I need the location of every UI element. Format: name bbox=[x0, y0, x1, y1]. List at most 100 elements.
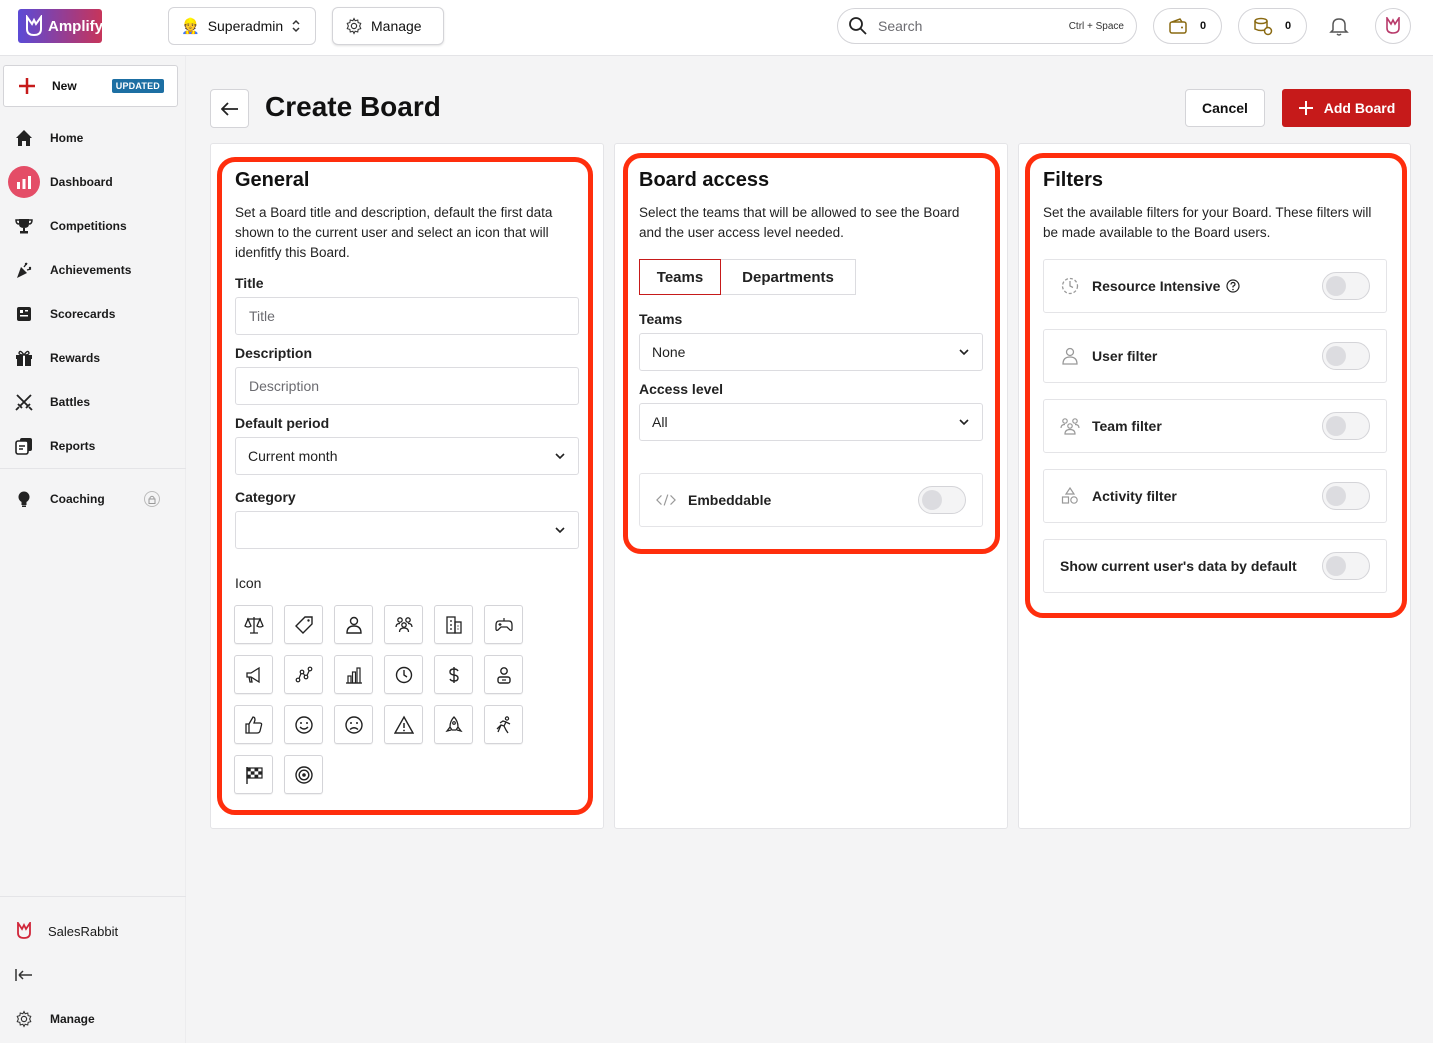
icon-option-thumbs-up[interactable] bbox=[234, 705, 273, 744]
filters-title: Filters bbox=[1043, 169, 1104, 191]
party-icon bbox=[8, 254, 40, 286]
icon-option-smile[interactable] bbox=[284, 705, 323, 744]
title-placeholder: Title bbox=[249, 308, 275, 324]
sidebar-item-label: Manage bbox=[50, 1012, 95, 1026]
sidebar-item-home[interactable]: Home bbox=[8, 120, 178, 156]
checkered-flag-icon bbox=[245, 766, 263, 784]
period-value: Current month bbox=[248, 448, 338, 464]
sidebar-item-battles[interactable]: Battles bbox=[8, 384, 178, 420]
access-level-value: All bbox=[652, 414, 668, 430]
cancel-button[interactable]: Cancel bbox=[1185, 89, 1265, 127]
frown-icon bbox=[344, 715, 363, 734]
bell-icon[interactable] bbox=[1328, 15, 1350, 37]
team-filter-toggle[interactable] bbox=[1322, 412, 1370, 440]
access-level-select[interactable]: All bbox=[639, 403, 983, 441]
embeddable-toggle[interactable] bbox=[918, 486, 966, 514]
org-label: SalesRabbit bbox=[48, 923, 119, 939]
chevron-down-icon bbox=[959, 419, 969, 426]
icon-option-target[interactable] bbox=[284, 755, 323, 794]
teams-select[interactable]: None bbox=[639, 333, 983, 371]
plus-icon bbox=[1298, 101, 1313, 115]
warning-icon bbox=[393, 715, 414, 734]
filter-label: Resource Intensive bbox=[1092, 278, 1221, 294]
shapes-icon bbox=[1060, 487, 1080, 505]
sidebar-item-label: Battles bbox=[50, 395, 91, 409]
icon-option-user[interactable] bbox=[334, 605, 373, 644]
icon-option-graph[interactable] bbox=[284, 655, 323, 694]
category-select[interactable] bbox=[235, 511, 579, 549]
gift-icon bbox=[8, 342, 40, 374]
rabbit-logo-icon bbox=[26, 15, 42, 37]
icon-option-gamepad[interactable] bbox=[484, 605, 523, 644]
sidebar-item-dashboard[interactable]: Dashboard bbox=[8, 164, 178, 200]
top-bar: Amplify 👷 Superadmin Manage Search Ctrl … bbox=[0, 0, 1433, 56]
smile-icon bbox=[294, 715, 313, 734]
icon-option-team[interactable] bbox=[384, 605, 423, 644]
wallet-counter[interactable]: 0 bbox=[1153, 8, 1222, 44]
sidebar-item-competitions[interactable]: Competitions bbox=[8, 208, 178, 244]
description-input[interactable]: Description bbox=[235, 367, 579, 405]
title-input[interactable]: Title bbox=[235, 297, 579, 335]
plus-icon bbox=[19, 78, 35, 94]
resource-intensive-toggle[interactable] bbox=[1322, 272, 1370, 300]
coins-icon bbox=[1254, 17, 1273, 36]
manage-label: Manage bbox=[371, 18, 422, 34]
arrow-left-icon bbox=[220, 101, 238, 116]
icon-option-person[interactable] bbox=[484, 655, 523, 694]
lightbulb-icon bbox=[8, 483, 40, 515]
help-icon[interactable] bbox=[1226, 279, 1240, 293]
tab-departments[interactable]: Departments bbox=[721, 260, 855, 294]
app-logo[interactable]: Amplify bbox=[18, 9, 104, 43]
current-user-default-toggle[interactable] bbox=[1322, 552, 1370, 580]
sidebar-item-reports[interactable]: Reports bbox=[8, 428, 178, 464]
tab-teams[interactable]: Teams bbox=[639, 259, 721, 295]
search-input[interactable]: Search Ctrl + Space bbox=[837, 8, 1137, 44]
sidebar-item-coaching[interactable]: Coaching bbox=[8, 481, 178, 517]
icon-option-megaphone[interactable] bbox=[234, 655, 273, 694]
rabbit-avatar-icon bbox=[1386, 17, 1400, 34]
gear-icon bbox=[346, 17, 362, 35]
icon-option-building[interactable] bbox=[434, 605, 473, 644]
icon-option-tag[interactable] bbox=[284, 605, 323, 644]
coins-count: 0 bbox=[1285, 20, 1292, 32]
filter-label: Show current user's data by default bbox=[1060, 558, 1297, 574]
search-shortcut: Ctrl + Space bbox=[1068, 20, 1124, 32]
user-filter-toggle[interactable] bbox=[1322, 342, 1370, 370]
filter-row-current-user-default: Show current user's data by default bbox=[1043, 539, 1387, 593]
sidebar-item-org[interactable]: SalesRabbit bbox=[8, 913, 178, 949]
search-placeholder: Search bbox=[878, 18, 923, 34]
period-select[interactable]: Current month bbox=[235, 437, 579, 475]
rocket-icon bbox=[444, 715, 463, 732]
avatar[interactable] bbox=[1375, 8, 1411, 44]
icon-option-warning[interactable] bbox=[384, 705, 423, 744]
role-switcher[interactable]: 👷 Superadmin bbox=[168, 7, 316, 45]
icon-option-checkered-flag[interactable] bbox=[234, 755, 273, 794]
sidebar-item-achievements[interactable]: Achievements bbox=[8, 252, 178, 288]
icon-option-dollar[interactable] bbox=[434, 655, 473, 694]
lock-icon bbox=[144, 491, 160, 507]
new-button[interactable]: New UPDATED bbox=[3, 65, 178, 107]
logo-text: Amplify bbox=[48, 17, 104, 35]
activity-filter-toggle[interactable] bbox=[1322, 482, 1370, 510]
chevron-down-icon bbox=[555, 527, 565, 534]
add-board-button[interactable]: Add Board bbox=[1282, 89, 1411, 127]
sidebar-item-rewards[interactable]: Rewards bbox=[8, 340, 178, 376]
icon-option-frown[interactable] bbox=[334, 705, 373, 744]
worker-icon: 👷 bbox=[181, 18, 200, 35]
sidebar-item-scorecards[interactable]: Scorecards bbox=[8, 296, 178, 332]
back-button[interactable] bbox=[210, 89, 249, 128]
manage-button[interactable]: Manage bbox=[332, 7, 444, 45]
collapse-icon bbox=[8, 959, 40, 991]
teams-value: None bbox=[652, 344, 686, 360]
sidebar-item-label: Achievements bbox=[50, 263, 132, 277]
icon-option-bar-chart[interactable] bbox=[334, 655, 373, 694]
icon-option-runner[interactable] bbox=[484, 705, 523, 744]
icon-option-rocket[interactable] bbox=[434, 705, 473, 744]
dashed-clock-icon bbox=[1060, 277, 1080, 295]
collapse-sidebar-button[interactable] bbox=[8, 957, 178, 993]
sidebar-item-manage[interactable]: Manage bbox=[8, 1001, 178, 1037]
icon-option-scale[interactable] bbox=[234, 605, 273, 644]
search-icon bbox=[849, 17, 867, 35]
coins-counter[interactable]: 0 bbox=[1238, 8, 1307, 44]
icon-option-clock[interactable] bbox=[384, 655, 423, 694]
